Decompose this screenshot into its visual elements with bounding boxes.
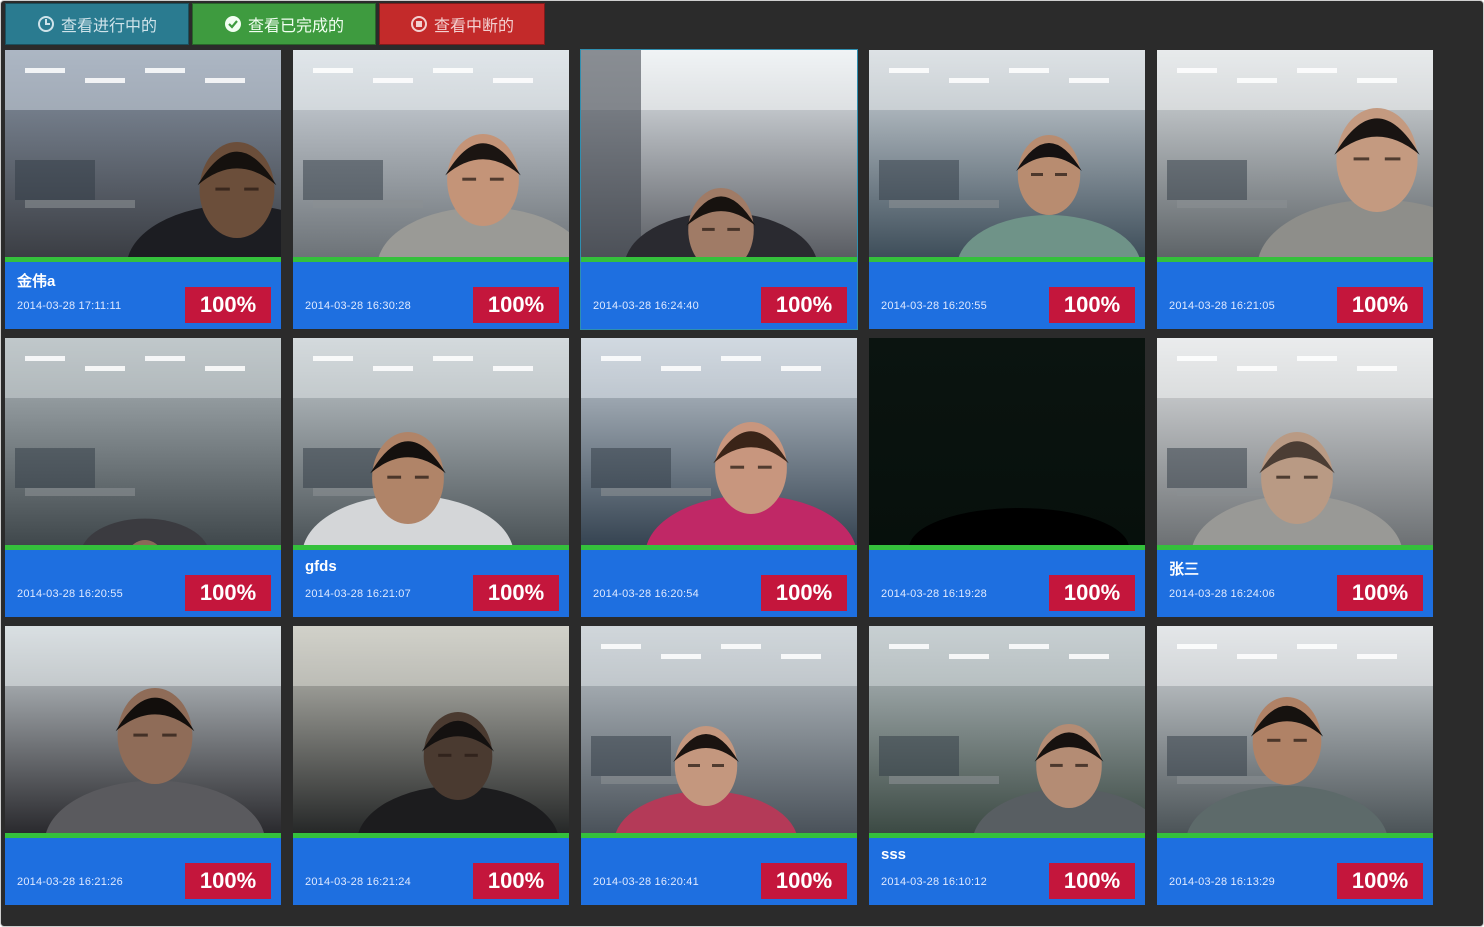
session-info-bar: gfds 2014-03-28 16:21:07 100% bbox=[293, 550, 569, 617]
session-timestamp: 2014-03-28 16:24:40 bbox=[593, 300, 699, 312]
session-tile[interactable]: 2014-03-28 16:20:55 100% bbox=[869, 50, 1145, 329]
webcam-snapshot bbox=[293, 626, 569, 833]
session-grid: 金伟a 2014-03-28 17:11:11 100% 2014-03-28 16:… bbox=[5, 49, 1433, 905]
session-timestamp: 2014-03-28 16:24:06 bbox=[1169, 588, 1275, 600]
session-info-bar: 2014-03-28 16:20:41 100% bbox=[581, 838, 857, 905]
session-tile[interactable]: 2014-03-28 16:20:55 100% bbox=[5, 338, 281, 617]
tab-interrupted[interactable]: 查看中断的 bbox=[379, 3, 545, 45]
progress-badge: 100% bbox=[1049, 863, 1135, 899]
webcam-snapshot bbox=[1157, 626, 1433, 833]
session-info-bar: 2014-03-28 16:21:26 100% bbox=[5, 838, 281, 905]
session-tile[interactable]: 2014-03-28 16:19:28 100% bbox=[869, 338, 1145, 617]
session-info-bar: 2014-03-28 16:13:29 100% bbox=[1157, 838, 1433, 905]
stop-circle-icon bbox=[410, 15, 428, 33]
progress-badge: 100% bbox=[473, 287, 559, 323]
webcam-snapshot bbox=[5, 626, 281, 833]
session-timestamp: 2014-03-28 16:21:05 bbox=[1169, 300, 1275, 312]
session-info-bar: sss 2014-03-28 16:10:12 100% bbox=[869, 838, 1145, 905]
session-tile[interactable]: 2014-03-28 16:30:28 100% bbox=[293, 50, 569, 329]
session-tile[interactable]: 2014-03-28 16:20:41 100% bbox=[581, 626, 857, 905]
session-tile[interactable]: 2014-03-28 16:21:26 100% bbox=[5, 626, 281, 905]
session-timestamp: 2014-03-28 17:11:11 bbox=[17, 300, 122, 312]
progress-badge: 100% bbox=[761, 575, 847, 611]
session-timestamp: 2014-03-28 16:20:55 bbox=[17, 588, 123, 600]
session-info-bar: 2014-03-28 16:19:28 100% bbox=[869, 550, 1145, 617]
session-timestamp: 2014-03-28 16:20:55 bbox=[881, 300, 987, 312]
webcam-snapshot bbox=[1157, 50, 1433, 257]
participant-name: 张三 bbox=[1169, 561, 1200, 578]
session-tile[interactable]: gfds 2014-03-28 16:21:07 100% bbox=[293, 338, 569, 617]
progress-badge: 100% bbox=[473, 863, 559, 899]
session-tile[interactable]: 2014-03-28 16:21:05 100% bbox=[1157, 50, 1433, 329]
session-info-bar: 2014-03-28 16:21:05 100% bbox=[1157, 262, 1433, 329]
session-tile[interactable]: 2014-03-28 16:13:29 100% bbox=[1157, 626, 1433, 905]
session-info-bar: 金伟a 2014-03-28 17:11:11 100% bbox=[5, 262, 281, 329]
progress-badge: 100% bbox=[761, 863, 847, 899]
webcam-snapshot bbox=[869, 50, 1145, 257]
session-tile[interactable]: 2014-03-28 16:20:54 100% bbox=[581, 338, 857, 617]
tab-completed-label: 查看已完成的 bbox=[247, 18, 344, 35]
session-info-bar: 2014-03-28 16:20:55 100% bbox=[5, 550, 281, 617]
status-tab-bar: 查看进行中的 查看已完成的 查看中断的 bbox=[5, 3, 545, 45]
session-info-bar: 2014-03-28 16:21:24 100% bbox=[293, 838, 569, 905]
participant-name: sss bbox=[881, 846, 907, 863]
webcam-snapshot bbox=[5, 338, 281, 545]
session-tile[interactable]: 2014-03-28 16:21:24 100% bbox=[293, 626, 569, 905]
session-timestamp: 2014-03-28 16:21:24 bbox=[305, 876, 411, 888]
participant-name: 金伟a bbox=[17, 273, 56, 290]
session-timestamp: 2014-03-28 16:21:26 bbox=[17, 876, 123, 888]
session-timestamp: 2014-03-28 16:20:41 bbox=[593, 876, 699, 888]
progress-badge: 100% bbox=[185, 287, 271, 323]
tab-interrupted-label: 查看中断的 bbox=[433, 18, 514, 35]
session-timestamp: 2014-03-28 16:20:54 bbox=[593, 588, 699, 600]
webcam-snapshot bbox=[1157, 338, 1433, 545]
session-timestamp: 2014-03-28 16:30:28 bbox=[305, 300, 411, 312]
session-tile[interactable]: 金伟a 2014-03-28 17:11:11 100% bbox=[5, 50, 281, 329]
webcam-snapshot bbox=[5, 50, 281, 257]
check-circle-icon bbox=[224, 15, 242, 33]
progress-badge: 100% bbox=[473, 575, 559, 611]
progress-badge: 100% bbox=[1337, 287, 1423, 323]
session-timestamp: 2014-03-28 16:19:28 bbox=[881, 588, 987, 600]
session-info-bar: 张三 2014-03-28 16:24:06 100% bbox=[1157, 550, 1433, 617]
session-info-bar: 2014-03-28 16:20:54 100% bbox=[581, 550, 857, 617]
participant-name: gfds bbox=[305, 558, 337, 575]
webcam-snapshot bbox=[869, 338, 1145, 545]
progress-badge: 100% bbox=[185, 863, 271, 899]
session-timestamp: 2014-03-28 16:13:29 bbox=[1169, 876, 1275, 888]
progress-badge: 100% bbox=[1337, 575, 1423, 611]
progress-badge: 100% bbox=[1049, 287, 1135, 323]
webcam-snapshot bbox=[293, 338, 569, 545]
clock-icon bbox=[37, 15, 55, 33]
progress-badge: 100% bbox=[761, 287, 847, 323]
tab-in-progress-label: 查看进行中的 bbox=[60, 18, 157, 35]
progress-badge: 100% bbox=[1049, 575, 1135, 611]
session-info-bar: 2014-03-28 16:30:28 100% bbox=[293, 262, 569, 329]
session-tile[interactable]: 张三 2014-03-28 16:24:06 100% bbox=[1157, 338, 1433, 617]
webcam-snapshot bbox=[581, 338, 857, 545]
webcam-snapshot bbox=[869, 626, 1145, 833]
session-tile[interactable]: 2014-03-28 16:24:40 100% bbox=[580, 49, 858, 330]
tab-completed[interactable]: 查看已完成的 bbox=[192, 3, 376, 45]
webcam-snapshot bbox=[581, 50, 857, 257]
session-tile[interactable]: sss 2014-03-28 16:10:12 100% bbox=[869, 626, 1145, 905]
progress-badge: 100% bbox=[185, 575, 271, 611]
webcam-snapshot bbox=[581, 626, 857, 833]
progress-badge: 100% bbox=[1337, 863, 1423, 899]
session-info-bar: 2014-03-28 16:24:40 100% bbox=[581, 262, 857, 329]
video-monitor-panel: 查看进行中的 查看已完成的 查看中断的 金伟a 2014-03-28 17:11:… bbox=[0, 0, 1484, 927]
tab-in-progress[interactable]: 查看进行中的 bbox=[5, 3, 189, 45]
session-timestamp: 2014-03-28 16:21:07 bbox=[305, 588, 411, 600]
webcam-snapshot bbox=[293, 50, 569, 257]
session-info-bar: 2014-03-28 16:20:55 100% bbox=[869, 262, 1145, 329]
session-timestamp: 2014-03-28 16:10:12 bbox=[881, 876, 987, 888]
